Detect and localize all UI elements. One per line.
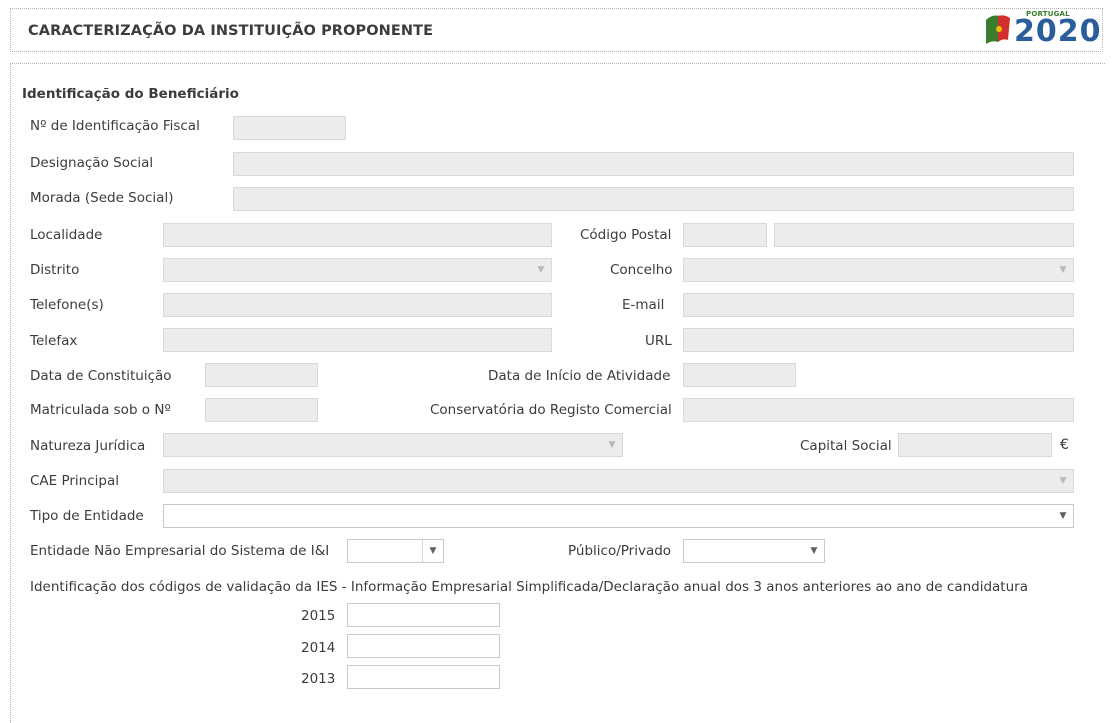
nif-label: Nº de Identificação Fiscal	[30, 118, 200, 134]
concelho-select[interactable]: ▼	[683, 258, 1074, 282]
cae-label: CAE Principal	[30, 473, 120, 489]
matriculada-label: Matriculada sob o Nº	[30, 402, 171, 418]
data-constituicao-label: Data de Constituição	[30, 368, 172, 384]
ies-description: Identificação dos códigos de validação d…	[30, 579, 1028, 595]
concelho-label: Concelho	[610, 262, 673, 278]
data-constituicao-field[interactable]	[205, 363, 318, 387]
tipo-select[interactable]: ▼	[163, 504, 1074, 528]
ies-year-label: 2014	[301, 640, 336, 656]
designacao-field[interactable]	[233, 152, 1074, 176]
chevron-down-icon: ▼	[1059, 476, 1067, 486]
email-field[interactable]	[683, 293, 1074, 317]
designacao-label: Designação Social	[30, 155, 154, 171]
ies-2014-field[interactable]	[347, 634, 500, 658]
chevron-down-icon: ▼	[810, 546, 818, 556]
conservatoria-label: Conservatória do Registo Comercial	[430, 402, 672, 418]
natureza-label: Natureza Jurídica	[30, 438, 146, 454]
section-title: Identificação do Beneficiário	[22, 86, 239, 102]
ies-2015-field[interactable]	[347, 603, 500, 627]
nif-field[interactable]	[233, 116, 346, 140]
localidade-field[interactable]	[163, 223, 552, 247]
codigo-postal-prefix-field[interactable]	[683, 223, 767, 247]
publico-privado-select[interactable]: ▼	[683, 539, 825, 563]
telefone-label: Telefone(s)	[30, 297, 104, 313]
capital-field[interactable]	[898, 433, 1052, 457]
url-label: URL	[645, 333, 672, 349]
url-field[interactable]	[683, 328, 1074, 352]
morada-label: Morada (Sede Social)	[30, 190, 174, 206]
matriculada-field[interactable]	[205, 398, 318, 422]
publico-privado-label: Público/Privado	[568, 543, 672, 559]
section-header: CARACTERIZAÇÃO DA INSTITUIÇÃO PROPONENTE	[10, 8, 1103, 52]
entidade-nao-emp-label: Entidade Não Empresarial do Sistema de I…	[30, 543, 330, 559]
distrito-label: Distrito	[30, 262, 80, 278]
tipo-label: Tipo de Entidade	[30, 508, 144, 524]
codigo-postal-suffix-field[interactable]	[774, 223, 1074, 247]
data-inicio-field[interactable]	[683, 363, 796, 387]
morada-field[interactable]	[233, 187, 1074, 211]
chevron-down-icon: ▼	[1059, 265, 1067, 275]
telefone-field[interactable]	[163, 293, 552, 317]
chevron-down-icon: ▼	[537, 265, 545, 275]
ies-year-label: 2015	[301, 608, 336, 624]
logo-year-text: 2020	[1014, 14, 1102, 49]
codigo-postal-label: Código Postal	[580, 227, 672, 243]
localidade-label: Localidade	[30, 227, 103, 243]
chevron-down-icon: ▼	[1059, 511, 1067, 521]
entidade-nao-emp-select[interactable]: ▼	[347, 539, 444, 563]
cae-select[interactable]: ▼	[163, 469, 1074, 493]
chevron-down-icon: ▼	[422, 540, 443, 562]
portugal-2020-logo: PORTUGAL 2020	[984, 10, 1116, 50]
capital-label: Capital Social	[800, 438, 892, 454]
email-label: E-mail	[622, 297, 665, 313]
conservatoria-field[interactable]	[683, 398, 1074, 422]
page-title: CARACTERIZAÇÃO DA INSTITUIÇÃO PROPONENTE	[28, 23, 434, 39]
ies-year-label: 2013	[301, 671, 336, 687]
telefax-label: Telefax	[30, 333, 78, 349]
data-inicio-label: Data de Início de Atividade	[488, 368, 671, 384]
telefax-field[interactable]	[163, 328, 552, 352]
chevron-down-icon: ▼	[608, 440, 616, 450]
currency-symbol: €	[1060, 437, 1069, 453]
flag-icon	[986, 15, 1010, 44]
ies-2013-field[interactable]	[347, 665, 500, 689]
distrito-select[interactable]: ▼	[163, 258, 552, 282]
natureza-select[interactable]: ▼	[163, 433, 623, 457]
